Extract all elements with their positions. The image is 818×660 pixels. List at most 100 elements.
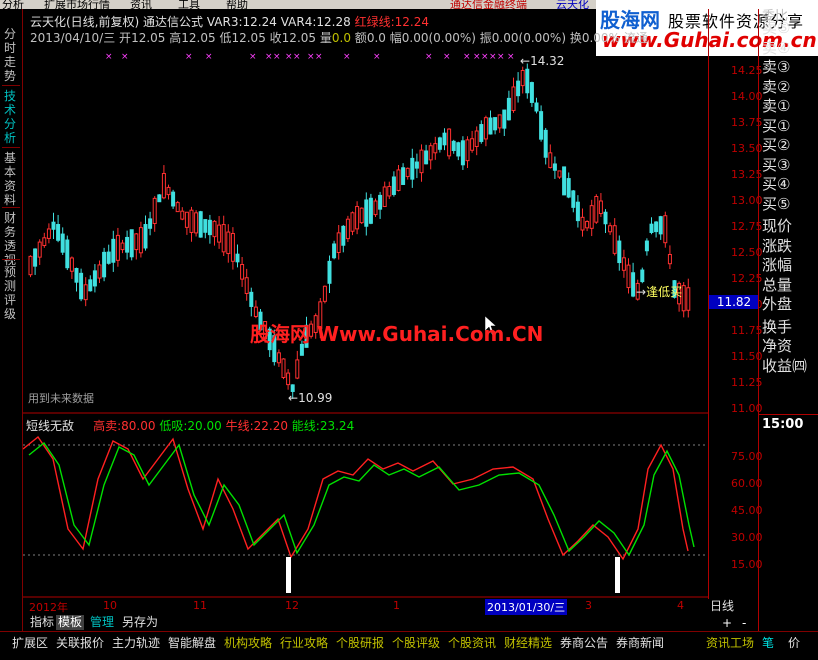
candle-body <box>548 152 553 169</box>
tab-technical[interactable]: 技术分析 <box>4 89 18 145</box>
menu-analysis[interactable]: 分析 <box>2 0 24 9</box>
candle-body <box>686 287 691 311</box>
quote-row-label: 净资 <box>762 337 793 355</box>
candle-body <box>589 205 594 229</box>
menu-extended-market[interactable]: 扩展市场行情 <box>44 0 110 9</box>
tab-rating[interactable]: 预测评级 <box>4 265 18 321</box>
menu-stock-ad[interactable]: 云天化 <box>556 0 589 9</box>
candle-body <box>125 236 130 253</box>
status-broker-news[interactable]: 券商新闻 <box>616 634 664 651</box>
candle-body <box>212 220 217 238</box>
candle-body <box>644 240 649 252</box>
menu-info[interactable]: 资讯 <box>130 0 152 9</box>
tab-fundamentals[interactable]: 基本资料 <box>4 151 18 207</box>
zoom-minus-button[interactable]: - <box>742 616 746 630</box>
tab-manage[interactable]: 管理 <box>88 615 116 630</box>
status-price[interactable]: 价 <box>788 634 800 651</box>
status-stock-research[interactable]: 个股研报 <box>336 634 384 651</box>
status-main-trace[interactable]: 主力轨迹 <box>112 634 160 651</box>
candle-body <box>161 173 166 199</box>
candle-body <box>134 233 139 251</box>
current-price-tag: 11.82 <box>709 295 759 309</box>
quote-row-label: 买⑤ <box>762 194 791 213</box>
candle-body <box>529 82 534 103</box>
kline-chart[interactable]: × × × × × × × × × × × × × × × × × × × × × <box>23 9 708 599</box>
candle-body <box>74 267 79 283</box>
status-finance-picks[interactable]: 财经精选 <box>504 634 552 651</box>
status-inst-strategy[interactable]: 机构攻略 <box>224 634 272 651</box>
status-extension[interactable]: 扩展区 <box>12 634 48 651</box>
candle-body <box>138 227 143 254</box>
quote-row-label: 卖③ <box>762 58 791 76</box>
menu-tools[interactable]: 工具 <box>178 0 200 9</box>
candle-body <box>474 130 479 147</box>
low-buy-label: 低吸: <box>159 419 188 433</box>
time-label-oct: 10 <box>103 599 117 612</box>
candle-body <box>152 197 157 225</box>
time-label-dec: 12 <box>285 599 299 612</box>
indicator-tabs: 指标 模板 管理 另存为 + - <box>0 614 818 631</box>
candle-body <box>520 69 525 87</box>
candle-body <box>654 221 659 233</box>
candles-group <box>28 63 691 399</box>
candle-body <box>69 257 74 272</box>
status-smart-analysis[interactable]: 智能解盘 <box>168 634 216 651</box>
status-broker-notice[interactable]: 券商公告 <box>560 634 608 651</box>
zoom-plus-button[interactable]: + <box>722 616 732 630</box>
candle-body <box>401 167 406 185</box>
candle-body <box>359 207 364 224</box>
status-related-quote[interactable]: 关联报价 <box>56 634 104 651</box>
future-data-note: 用到未来数据 <box>28 392 94 405</box>
signal-marker: × <box>121 52 129 62</box>
status-ticks[interactable]: 笔 <box>762 634 774 651</box>
tab-save-as[interactable]: 另存为 <box>120 615 160 630</box>
candle-body <box>663 215 668 244</box>
price-axis: 14.25 14.00 13.75 13.50 13.25 13.00 12.75 12.50… <box>708 9 763 599</box>
candle-body <box>414 161 419 169</box>
quote-row-label: 涨跌 <box>762 236 793 255</box>
candle-body <box>562 166 567 196</box>
candle-body <box>506 97 511 121</box>
quote-row-label: 总量 <box>762 275 793 294</box>
status-industry-strategy[interactable]: 行业攻略 <box>280 634 328 651</box>
status-stock-news[interactable]: 个股资讯 <box>448 634 496 651</box>
low-marker: ←10.99 <box>288 391 333 405</box>
candle-body <box>355 206 360 230</box>
candle-body <box>368 197 373 224</box>
quote-row-label: 买④ <box>762 175 791 193</box>
candle-body <box>580 216 585 231</box>
signal-marker: × <box>285 52 293 62</box>
candle-body <box>470 138 475 151</box>
candle-body <box>603 211 608 225</box>
time-label-mar: 3 <box>585 599 592 612</box>
candle-body <box>235 253 240 263</box>
status-info-factory[interactable]: 资讯工场 <box>706 634 754 651</box>
candle-body <box>442 132 447 146</box>
candle-body <box>276 352 281 364</box>
candle-body <box>51 221 56 230</box>
candle-body <box>46 228 51 239</box>
candle-body <box>598 200 603 215</box>
candle-body <box>221 224 226 253</box>
energy-label: 能线: <box>291 419 320 433</box>
tab-indicator[interactable]: 指标 <box>28 615 56 630</box>
candle-body <box>102 251 107 278</box>
candle-body <box>111 238 116 263</box>
tab-template[interactable]: 模板 <box>56 615 85 630</box>
menu-help[interactable]: 帮助 <box>226 0 248 9</box>
tab-intraday[interactable]: 分时走势 <box>4 27 18 83</box>
candle-body <box>244 277 249 294</box>
candle-body <box>626 264 631 289</box>
quote-time: 15:00 <box>762 417 804 432</box>
watermark: 股海网 Www.Guhai.Com.CN <box>250 322 544 346</box>
candle-body <box>460 140 465 166</box>
menu-ad[interactable]: 通达信金融终端 <box>450 0 527 9</box>
signal-marker: × <box>205 52 213 62</box>
quote-row-label: 卖④ <box>762 38 791 57</box>
candle-body <box>157 194 162 203</box>
candle-body <box>433 143 438 154</box>
energy-value: 23.24 <box>319 419 355 433</box>
candle-body <box>447 128 452 157</box>
period-label[interactable]: 日线 <box>710 597 734 614</box>
status-stock-rating[interactable]: 个股评级 <box>392 634 440 651</box>
